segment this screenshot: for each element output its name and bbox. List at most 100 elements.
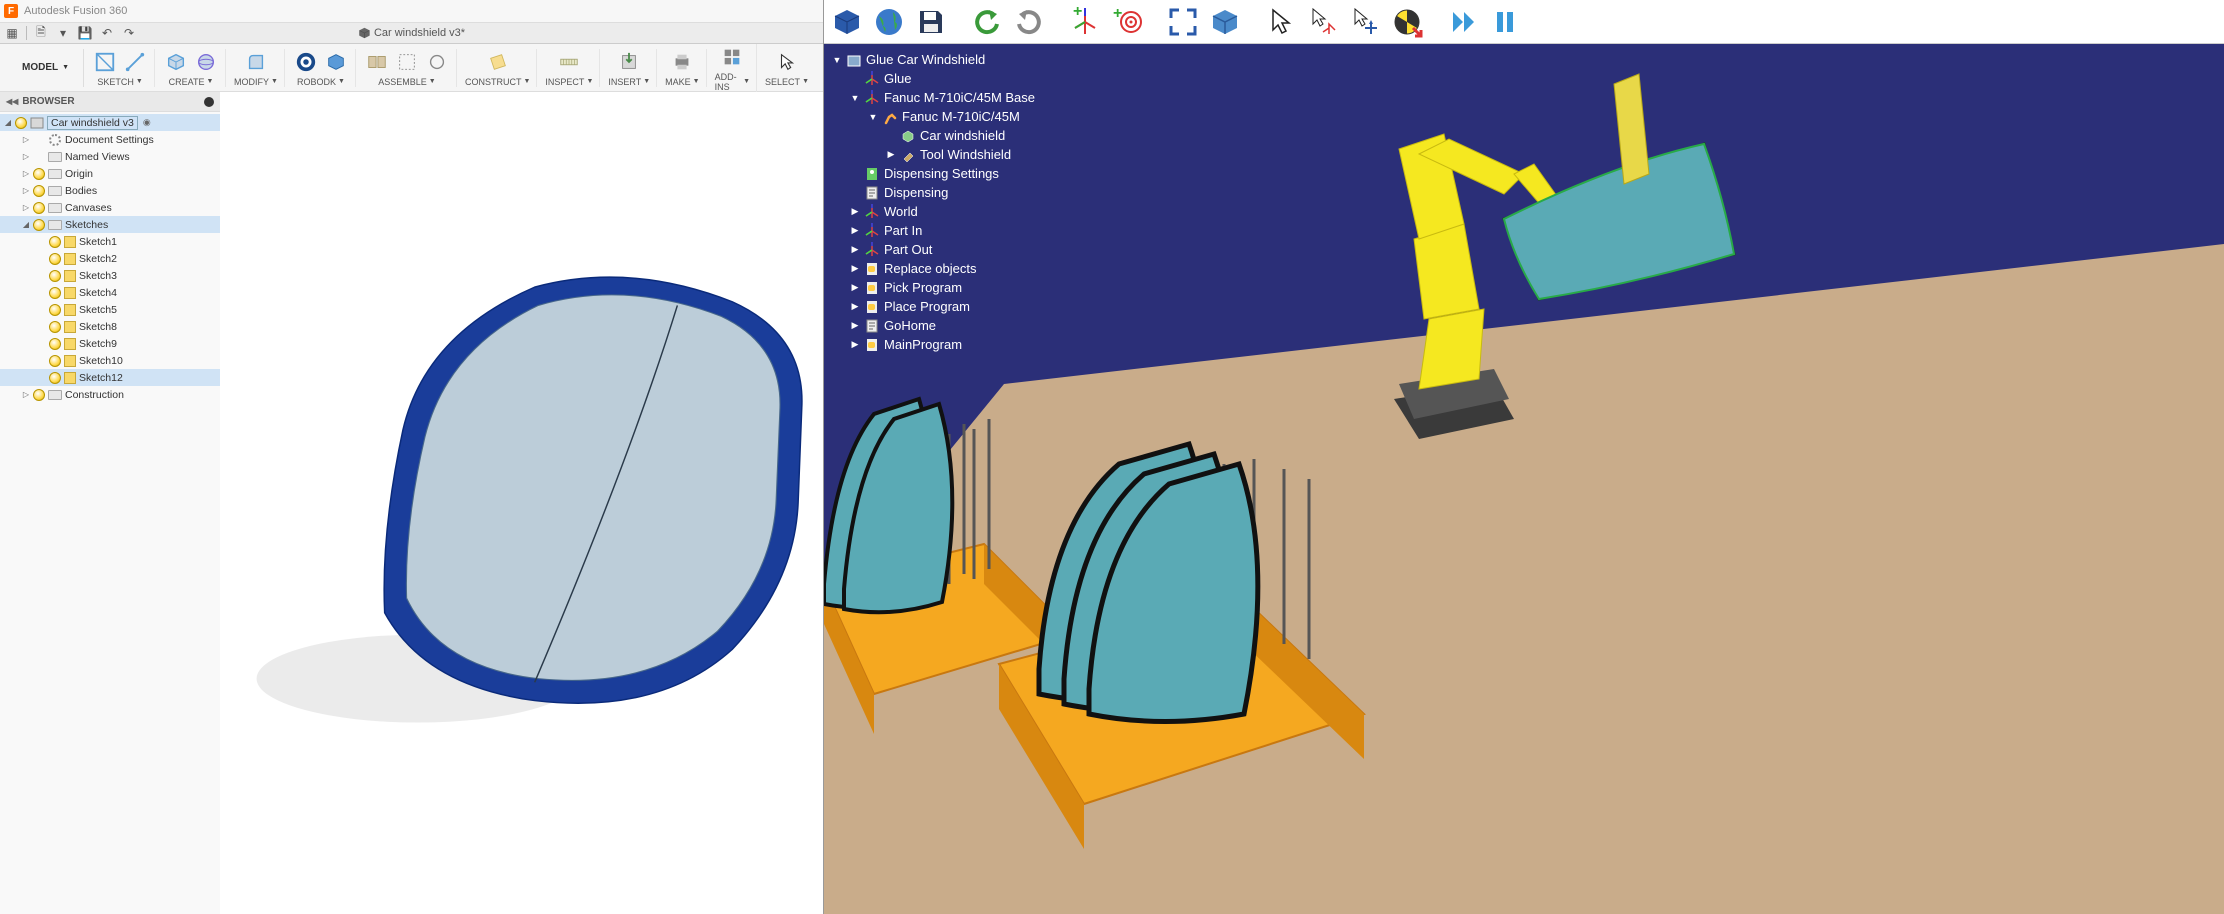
- ribbon-group-construct[interactable]: CONSTRUCT▼: [459, 49, 537, 87]
- browser-header[interactable]: ◀◀ BROWSER: [0, 92, 220, 112]
- ribbon: MODEL▼ SKETCH▼ CREATE▼ MODIFY▼: [0, 44, 823, 92]
- robodk-tree-item[interactable]: Dispensing Settings: [828, 164, 1080, 183]
- workspace-picker[interactable]: MODEL▼: [8, 49, 84, 87]
- print-icon[interactable]: [669, 49, 695, 75]
- undo-icon[interactable]: ↶: [99, 25, 115, 41]
- add-target-icon[interactable]: +: [1108, 3, 1146, 41]
- tree-item[interactable]: Sketch12: [0, 369, 220, 386]
- tree-item[interactable]: Sketch4: [0, 284, 220, 301]
- ribbon-group-inspect[interactable]: INSPECT▼: [539, 49, 600, 87]
- ribbon-group-select[interactable]: SELECT▼: [759, 49, 815, 87]
- insert-icon[interactable]: [616, 49, 642, 75]
- quick-access-toolbar: ▦ 🗎 ▾ 💾 ↶ ↷ Car windshield v3*: [0, 22, 823, 44]
- tree-item[interactable]: Sketch1: [0, 233, 220, 250]
- cube-icon: [358, 27, 370, 39]
- tree-root[interactable]: ◢ Car windshield v3 ◉: [0, 114, 220, 131]
- apps-icon[interactable]: ▦: [4, 25, 20, 41]
- robodk-tree-item[interactable]: Dispensing: [828, 183, 1080, 202]
- file-icon[interactable]: 🗎: [33, 25, 49, 41]
- robodk-toolbar: + +: [824, 0, 2224, 44]
- tree-item[interactable]: Sketch8: [0, 318, 220, 335]
- new-station-icon[interactable]: [828, 3, 866, 41]
- tree-item[interactable]: Sketch9: [0, 335, 220, 352]
- tree-item[interactable]: ▷Document Settings: [0, 131, 220, 148]
- play-icon[interactable]: [1444, 3, 1482, 41]
- svg-text:+: +: [1073, 6, 1082, 20]
- robodk-tree-item[interactable]: ▶MainProgram: [828, 335, 1080, 354]
- ribbon-group-modify[interactable]: MODIFY▼: [228, 49, 285, 87]
- select-icon[interactable]: [774, 49, 800, 75]
- robodk-app: + +: [824, 0, 2224, 914]
- tree-item[interactable]: ▷Construction: [0, 386, 220, 403]
- robodk-tree-item[interactable]: ▶Place Program: [828, 297, 1080, 316]
- redo-icon[interactable]: ↷: [121, 25, 137, 41]
- cursor-frame-icon[interactable]: [1304, 3, 1342, 41]
- tree-item[interactable]: ▷Named Views: [0, 148, 220, 165]
- ribbon-group-sketch[interactable]: SKETCH▼: [86, 49, 155, 87]
- browser-panel: ◀◀ BROWSER ◢ Car windshield v3 ◉ ▷Docume…: [0, 92, 220, 914]
- robodk-tree-item[interactable]: Car windshield: [828, 126, 1080, 145]
- plane-icon[interactable]: [485, 49, 511, 75]
- tree-item[interactable]: ◢Sketches: [0, 216, 220, 233]
- robodk-tree-item[interactable]: ▶Part In: [828, 221, 1080, 240]
- tree-item[interactable]: Sketch3: [0, 267, 220, 284]
- robodk-tree-item[interactable]: Glue: [828, 69, 1080, 88]
- tree-item[interactable]: Sketch2: [0, 250, 220, 267]
- addin-icon[interactable]: [719, 44, 745, 70]
- robodk-body: ▼Glue Car WindshieldGlue▼Fanuc M-710iC/4…: [824, 44, 2224, 914]
- pin-icon[interactable]: [204, 97, 214, 107]
- sketch-icon[interactable]: [92, 49, 118, 75]
- ribbon-group-make[interactable]: MAKE▼: [659, 49, 706, 87]
- robodk-tree: ▼Glue Car WindshieldGlue▼Fanuc M-710iC/4…: [824, 44, 1084, 360]
- robodk-tree-item[interactable]: ▶World: [828, 202, 1080, 221]
- dropdown-icon[interactable]: ▾: [55, 25, 71, 41]
- ribbon-group-robodk[interactable]: ROBODK▼: [287, 49, 356, 87]
- ribbon-group-insert[interactable]: INSERT▼: [602, 49, 657, 87]
- iso-icon[interactable]: [1206, 3, 1244, 41]
- cursor-move-icon[interactable]: [1346, 3, 1384, 41]
- line-icon[interactable]: [122, 49, 148, 75]
- robodk-tree-item[interactable]: ▶GoHome: [828, 316, 1080, 335]
- assemble-icon[interactable]: [364, 49, 390, 75]
- browser-tree: ◢ Car windshield v3 ◉ ▷Document Settings…: [0, 112, 220, 405]
- tree-item[interactable]: Sketch10: [0, 352, 220, 369]
- joint-icon[interactable]: [394, 49, 420, 75]
- redo-icon[interactable]: [1010, 3, 1048, 41]
- robodk-box-icon[interactable]: [323, 49, 349, 75]
- robodk-tree-item[interactable]: ▼Glue Car Windshield: [828, 50, 1080, 69]
- robodk-tree-item[interactable]: ▶Part Out: [828, 240, 1080, 259]
- fusion-viewport[interactable]: [220, 92, 823, 914]
- motion-icon[interactable]: [424, 49, 450, 75]
- save-icon[interactable]: [912, 3, 950, 41]
- collision-icon[interactable]: [1388, 3, 1426, 41]
- robodk-tree-item[interactable]: ▶Tool Windshield: [828, 145, 1080, 164]
- pause-icon[interactable]: [1486, 3, 1524, 41]
- extrude-icon[interactable]: [163, 49, 189, 75]
- svg-text:+: +: [1113, 6, 1122, 22]
- cursor-icon[interactable]: [1262, 3, 1300, 41]
- fusion-logo-icon: F: [4, 4, 18, 18]
- ribbon-group-addins[interactable]: ADD-INS▼: [709, 44, 757, 92]
- robodk-tree-item[interactable]: ▶Replace objects: [828, 259, 1080, 278]
- tree-item[interactable]: ▷Bodies: [0, 182, 220, 199]
- measure-icon[interactable]: [556, 49, 582, 75]
- fusion-app: F Autodesk Fusion 360 ▦ 🗎 ▾ 💾 ↶ ↷ Car wi…: [0, 0, 824, 914]
- robodk-tree-item[interactable]: ▶Pick Program: [828, 278, 1080, 297]
- robodk-tree-item[interactable]: ▼Fanuc M-710iC/45M: [828, 107, 1080, 126]
- save-icon[interactable]: 💾: [77, 25, 93, 41]
- tree-item[interactable]: Sketch5: [0, 301, 220, 318]
- tree-item[interactable]: ▷Origin: [0, 165, 220, 182]
- add-frame-icon[interactable]: +: [1066, 3, 1104, 41]
- ribbon-group-assemble[interactable]: ASSEMBLE▼: [358, 49, 457, 87]
- undo-icon[interactable]: [968, 3, 1006, 41]
- ribbon-group-create[interactable]: CREATE▼: [157, 49, 226, 87]
- document-tab[interactable]: Car windshield v3*: [358, 27, 465, 39]
- sphere-icon[interactable]: [193, 49, 219, 75]
- robodk-icon[interactable]: [293, 49, 319, 75]
- robodk-tree-item[interactable]: ▼Fanuc M-710iC/45M Base: [828, 88, 1080, 107]
- fillet-icon[interactable]: [243, 49, 269, 75]
- tree-item[interactable]: ▷Canvases: [0, 199, 220, 216]
- fit-icon[interactable]: [1164, 3, 1202, 41]
- world-icon[interactable]: [870, 3, 908, 41]
- windshield-render: [220, 92, 823, 914]
